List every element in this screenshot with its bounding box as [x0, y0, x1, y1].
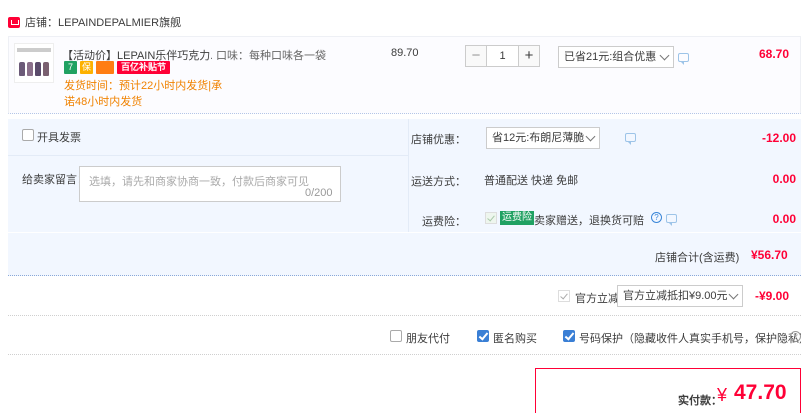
shop-icon: [8, 16, 20, 28]
unit-price: 89.70: [391, 47, 419, 59]
promotion-select[interactable]: 已省21元:组合优惠: [558, 46, 674, 68]
chevron-down-icon: [585, 131, 596, 142]
seven-day-return-badge: 7: [64, 61, 77, 74]
shipping-insurance-label: 运费险：: [422, 216, 466, 228]
message-char-count: 0/200: [305, 187, 333, 199]
delivery-method-label: 运送方式：: [411, 176, 466, 188]
section-divider: [8, 315, 801, 316]
payment-currency: ¥: [717, 385, 728, 405]
section-divider: [8, 354, 801, 355]
shop-name[interactable]: 店铺：LEPAINDEPALMIER旗舰: [25, 14, 181, 30]
chat-icon[interactable]: [678, 53, 689, 65]
payment-total: 47.70: [734, 381, 787, 404]
official-discount-value: -¥9.00: [755, 289, 790, 303]
shipping-time: 发货时间：预计22小时内发货|承: [64, 80, 223, 92]
friend-pay-checkbox[interactable]: [390, 330, 402, 342]
quantity-stepper: − +: [465, 45, 540, 67]
delivery-fee-value: 0.00: [772, 172, 796, 186]
promotion-select-value: 已省21元:组合优惠: [564, 51, 657, 63]
shop-discount-label: 店铺优惠：: [411, 134, 466, 146]
shipping-promise: 诺48小时内发货: [64, 96, 143, 108]
chat-icon[interactable]: [666, 214, 678, 226]
official-discount-checkbox[interactable]: [558, 290, 570, 302]
quantity-input[interactable]: [487, 45, 518, 67]
chevron-down-icon: [728, 289, 739, 300]
shop-total-label: 店铺合计(含运费): [655, 252, 740, 264]
shop-header: 店铺：LEPAINDEPALMIER旗舰: [8, 12, 181, 32]
chevron-down-icon: [659, 50, 670, 61]
invoice-label[interactable]: 开具发票: [37, 129, 81, 145]
quantity-decrease-button[interactable]: −: [465, 45, 487, 67]
shop-discount-select-value: 省12元:布朗尼薄脆: [492, 132, 585, 144]
product-thumbnail[interactable]: [14, 43, 54, 83]
anonymous-purchase-label[interactable]: 匿名购买: [493, 330, 537, 346]
chat-icon[interactable]: [625, 133, 637, 145]
number-protection-checkbox[interactable]: [563, 330, 575, 342]
product-badges: 7 保 百亿补贴节: [64, 61, 171, 74]
shipping-insurance-text: 卖家赠送，退换货可赔: [534, 215, 644, 227]
seller-message-placeholder: 选填，请先和商家协商一致，付款后商家可见: [89, 176, 309, 188]
billion-subsidy-badge: 百亿补贴节: [117, 61, 171, 74]
help-icon[interactable]: ?: [790, 331, 801, 342]
shipping-insurance-checkbox: [485, 212, 497, 224]
friend-pay-label[interactable]: 朋友代付: [406, 330, 450, 346]
card-payment-icon: [96, 61, 114, 74]
delivery-method-text: 普通配送 快递 免邮: [484, 175, 579, 187]
official-discount-select[interactable]: 官方立减抵扣¥9.00元: [617, 285, 743, 307]
shipping-insurance-tag: 运费险: [500, 211, 534, 225]
help-icon[interactable]: ?: [651, 212, 662, 223]
official-discount-label: 官方立减: [575, 293, 619, 305]
shop-discount-select[interactable]: 省12元:布朗尼薄脆: [486, 127, 600, 149]
official-discount-select-value: 官方立减抵扣¥9.00元: [623, 290, 728, 302]
shop-total-value: ¥56.70: [751, 248, 788, 262]
panel-divider: [8, 155, 408, 156]
anonymous-purchase-checkbox[interactable]: [477, 330, 489, 342]
product-flavor: 口味：每种口味各一袋: [216, 50, 326, 62]
invoice-checkbox[interactable]: [22, 129, 34, 141]
number-protection-label[interactable]: 号码保护（隐藏收件人真实手机号，保护隐私）: [579, 330, 801, 346]
shop-discount-value: -12.00: [761, 131, 796, 145]
payment-label: 实付款：: [678, 395, 722, 407]
item-subtotal: 68.70: [759, 47, 790, 61]
shipping-insurance-value: 0.00: [772, 212, 796, 226]
guarantee-badge: 保: [80, 61, 93, 74]
quantity-increase-button[interactable]: +: [518, 45, 540, 67]
